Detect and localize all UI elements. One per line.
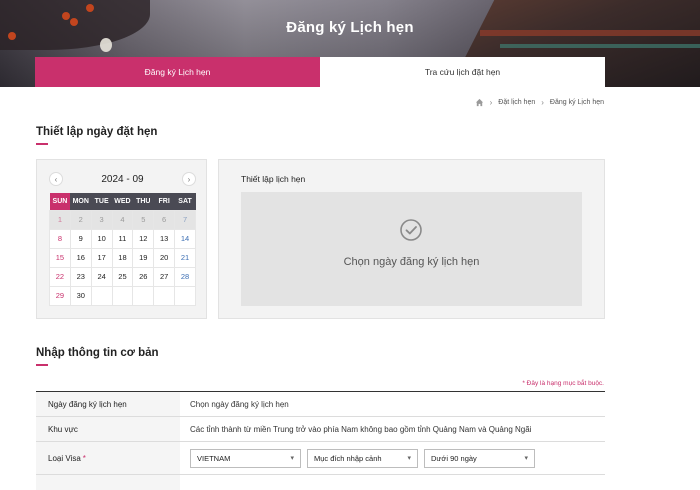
weekday-header: SUN: [49, 193, 71, 210]
form-label: Ngày đăng ký lịch hẹn: [36, 392, 180, 416]
calendar-day[interactable]: 24: [90, 266, 113, 287]
basic-info-form: Ngày đăng ký lịch hẹn Chọn ngày đăng ký …: [36, 391, 605, 490]
weekday-header: TUE: [91, 193, 113, 210]
roof-beam-decoration: [500, 44, 700, 48]
calendar-day[interactable]: 18: [111, 247, 134, 268]
calendar-day: 6: [153, 209, 176, 230]
required-star: *: [82, 453, 86, 463]
calendar-day[interactable]: 27: [153, 266, 176, 287]
stay-duration-select[interactable]: Dưới 90 ngày ▾: [424, 448, 535, 468]
select-value: Dưới 90 ngày: [431, 453, 477, 463]
calendar-day[interactable]: 30: [69, 285, 92, 306]
chevron-right-icon: ›: [489, 98, 493, 107]
form-value: [180, 475, 605, 490]
time-slot-area: Chọn ngày đăng ký lịch hẹn: [241, 192, 582, 306]
tab-register-appointment[interactable]: Đăng ký Lịch hẹn: [35, 57, 320, 87]
form-label: Loại Visa *: [36, 442, 180, 474]
calendar-day[interactable]: 16: [69, 247, 92, 268]
section-title-text: Nhập thông tin cơ bản: [36, 347, 159, 359]
calendar-day: 3: [90, 209, 113, 230]
select-value: Mục đích nhập cảnh: [314, 453, 382, 463]
breadcrumb-item-current: Đăng ký Lịch hẹn: [549, 99, 604, 106]
calendar-day[interactable]: 12: [132, 228, 155, 249]
calendar-day[interactable]: 15: [49, 247, 71, 268]
form-label-text: Loại Visa: [48, 453, 81, 463]
calendar-day[interactable]: 26: [132, 266, 155, 287]
page-title: Đăng ký Lịch hẹn: [286, 19, 414, 36]
calendar-day[interactable]: 20: [153, 247, 176, 268]
chevron-down-icon: ▾: [524, 455, 528, 462]
tab-lookup-appointment[interactable]: Tra cứu lịch đặt hẹn: [320, 57, 605, 87]
calendar-day[interactable]: 10: [90, 228, 113, 249]
calendar-day[interactable]: 23: [69, 266, 92, 287]
breadcrumb: › Đặt lịch hẹn › Đăng ký Lịch hẹn: [475, 98, 604, 107]
calendar-day[interactable]: 14: [174, 228, 196, 249]
time-panel-title: Thiết lập lịch hẹn: [241, 174, 306, 184]
calendar: ‹ 2024 - 09 › SUN MON TUE WED THU FRI SAT 1234…: [36, 159, 207, 319]
calendar-day: 5: [132, 209, 155, 230]
calendar-grid: SUN MON TUE WED THU FRI SAT 1 2 3 4 5 6 7 8 9 10 11 12 13 1…: [49, 193, 196, 306]
calendar-day[interactable]: 19: [132, 247, 155, 268]
nationality-select[interactable]: VIETNAM ▾: [190, 448, 301, 468]
calendar-day[interactable]: 8: [49, 228, 71, 249]
chevron-down-icon: ▾: [290, 455, 294, 462]
weekday-header: WED: [112, 193, 133, 210]
section-title-basic-info: Nhập thông tin cơ bản: [36, 347, 159, 366]
time-panel-message: Chọn ngày đăng ký lịch hẹn: [343, 256, 480, 268]
appointment-time-panel: Thiết lập lịch hẹn Chọn ngày đăng ký lịc…: [218, 159, 605, 319]
calendar-day[interactable]: 29: [49, 285, 71, 306]
section-underline: [36, 143, 48, 145]
entry-purpose-select[interactable]: Mục đích nhập cảnh ▾: [307, 448, 418, 468]
visa-selects: VIETNAM ▾ Mục đích nhập cảnh ▾ Dưới 90 n…: [180, 442, 605, 474]
appointment-date-value: Chọn ngày đăng ký lịch hẹn: [190, 399, 289, 409]
weekday-header: THU: [132, 193, 154, 210]
calendar-empty-cell: [90, 285, 113, 306]
home-icon[interactable]: [475, 98, 484, 107]
check-circle-icon: [400, 219, 422, 241]
calendar-day[interactable]: 13: [153, 228, 176, 249]
lantern-decoration: [100, 38, 112, 52]
form-row-next: [36, 475, 605, 490]
weekday-header: SAT: [174, 193, 196, 210]
calendar-month: 2024 - 09: [101, 173, 144, 185]
calendar-empty-cell: [153, 285, 176, 306]
weekday-header: FRI: [153, 193, 175, 210]
calendar-empty-cell: [111, 285, 134, 306]
required-note: * Đây là hạng mục bắt buộc.: [522, 380, 604, 387]
tab-bar: Đăng ký Lịch hẹn Tra cứu lịch đặt hẹn: [35, 57, 605, 87]
calendar-day: 7: [174, 209, 196, 230]
chevron-right-icon: ›: [541, 98, 544, 107]
calendar-day[interactable]: 11: [111, 228, 134, 249]
form-row-visa-type: Loại Visa * VIETNAM ▾ Mục đích nhập cảnh…: [36, 442, 605, 475]
calendar-header: ‹ 2024 - 09 ›: [49, 172, 196, 186]
calendar-day[interactable]: 28: [174, 266, 196, 287]
form-label: [36, 475, 180, 490]
section-title-date-setup: Thiết lập ngày đặt hẹn: [36, 126, 157, 145]
breadcrumb-item[interactable]: Đặt lịch hẹn: [498, 99, 535, 106]
persimmon-decoration: [86, 4, 94, 12]
section-underline: [36, 364, 48, 366]
chevron-right-icon[interactable]: ›: [181, 172, 196, 186]
calendar-day: 2: [69, 209, 92, 230]
form-row-region: Khu vực Các tỉnh thành từ miền Trung trở…: [36, 417, 605, 442]
calendar-day[interactable]: 17: [90, 247, 113, 268]
select-value: VIETNAM: [197, 453, 231, 463]
weekday-header: MON: [70, 193, 92, 210]
calendar-day[interactable]: 25: [111, 266, 134, 287]
calendar-day[interactable]: 22: [49, 266, 71, 287]
chevron-left-icon[interactable]: ‹: [49, 172, 63, 186]
calendar-empty-cell: [174, 285, 196, 306]
form-row-date: Ngày đăng ký lịch hẹn Chọn ngày đăng ký …: [36, 392, 605, 417]
calendar-day: 1: [49, 209, 71, 230]
chevron-down-icon: ▾: [407, 455, 411, 462]
region-value: Các tỉnh thành từ miền Trung trở vào phí…: [190, 424, 532, 434]
calendar-day: 4: [111, 209, 134, 230]
calendar-day[interactable]: 21: [174, 247, 196, 268]
calendar-day[interactable]: 9: [69, 228, 92, 249]
section-title-text: Thiết lập ngày đặt hẹn: [36, 126, 158, 138]
form-label: Khu vực: [36, 417, 180, 441]
calendar-empty-cell: [132, 285, 155, 306]
